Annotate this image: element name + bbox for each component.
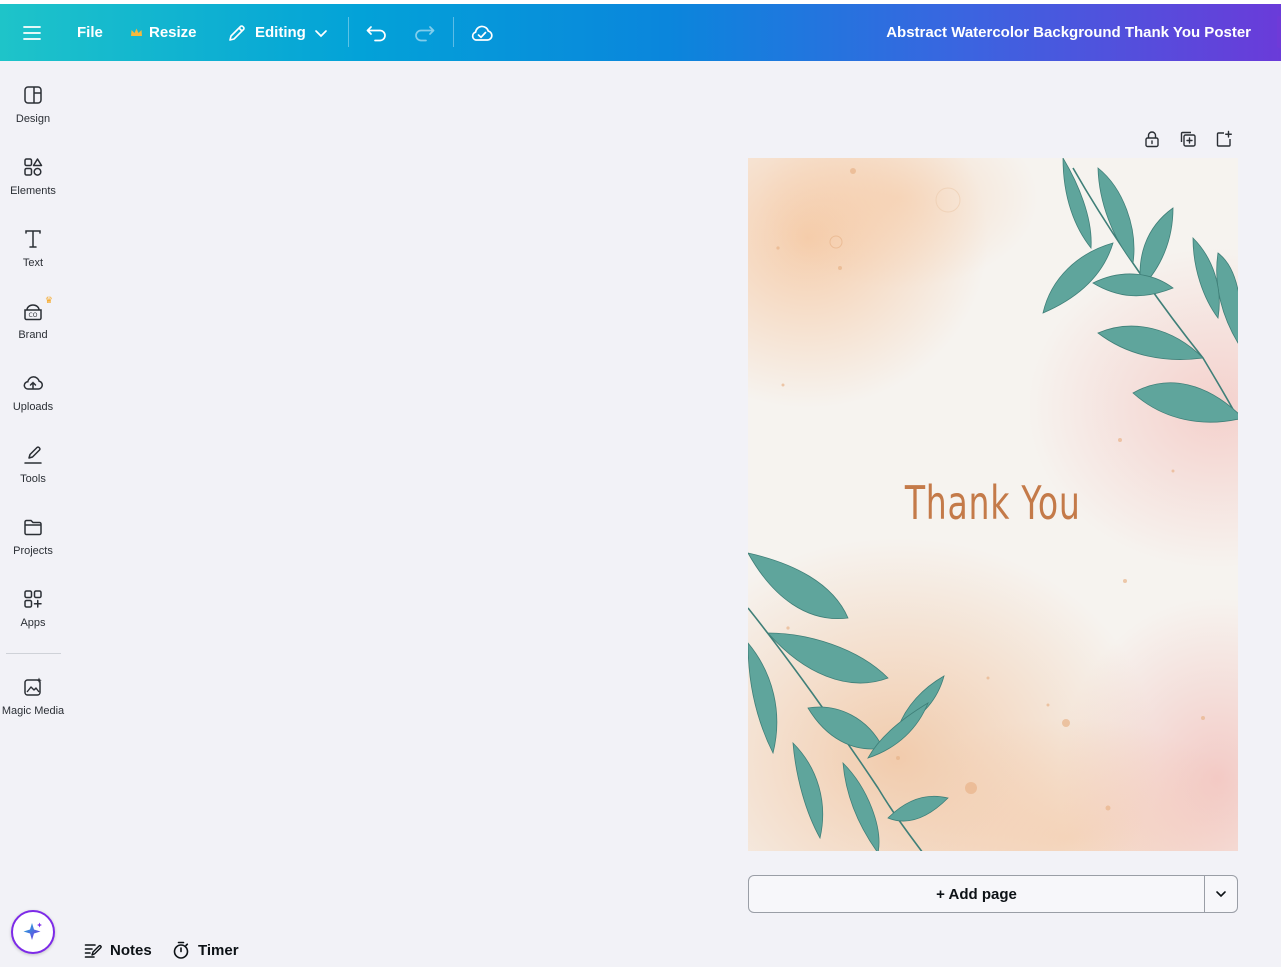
add-page-icon-button[interactable] — [1213, 128, 1235, 150]
tools-icon — [24, 446, 42, 464]
add-page-button[interactable]: + Add page — [749, 876, 1204, 912]
folder-icon — [24, 519, 42, 536]
sidebar-item-label: Design — [15, 113, 51, 125]
apps-icon — [24, 590, 42, 608]
timer-icon — [173, 941, 189, 959]
timer-button[interactable]: Timer — [172, 938, 239, 962]
undo-icon — [366, 25, 386, 41]
premium-crown-icon: ♛ — [44, 295, 53, 305]
sidebar-item-label: Elements — [10, 185, 56, 197]
add-page-icon — [1216, 130, 1232, 147]
magic-assistant-button[interactable] — [11, 910, 55, 954]
resize-button[interactable]: Resize — [130, 4, 197, 61]
sidebar-item-brand[interactable]: CO ♛ Brand — [0, 295, 66, 360]
leaf-branch-bottom-left — [748, 552, 949, 851]
elements-icon — [24, 158, 43, 176]
topbar-edge — [1277, 16, 1281, 48]
document-title[interactable]: Abstract Watercolor Background Thank You… — [886, 4, 1251, 61]
page-toolbar — [1141, 128, 1235, 150]
poster-thank-you-text[interactable]: Thank You — [816, 476, 1169, 530]
design-page-poster[interactable]: Thank You — [748, 158, 1238, 851]
notes-icon — [84, 944, 102, 958]
add-page-dropdown-button[interactable] — [1204, 876, 1237, 912]
sidebar-item-label: Brand — [18, 329, 48, 341]
sidebar-divider — [6, 653, 61, 654]
chevron-down-icon — [1216, 891, 1226, 898]
editing-label: Editing — [255, 24, 306, 41]
cloud-check-icon — [471, 25, 493, 41]
add-page-bar: + Add page — [748, 875, 1238, 913]
menu-button[interactable] — [22, 4, 42, 61]
text-icon — [25, 230, 41, 248]
redo-icon — [415, 25, 435, 41]
sidebar-item-apps[interactable]: Apps — [0, 588, 66, 648]
svg-text:CO: CO — [29, 312, 38, 319]
pencil-icon — [229, 24, 245, 41]
hamburger-icon — [23, 25, 41, 40]
sidebar-item-label: Tools — [20, 473, 46, 485]
left-sidebar: Design Elements Text CO ♛ Brand Uploads … — [0, 61, 66, 967]
lock-icon — [1145, 131, 1159, 148]
leaf-branch-top-right — [1042, 158, 1238, 423]
sidebar-item-text[interactable]: Text — [0, 228, 66, 288]
lock-page-button[interactable] — [1141, 128, 1163, 150]
toolbar-divider — [348, 17, 349, 47]
notes-label: Notes — [110, 941, 152, 959]
duplicate-icon — [1180, 131, 1196, 147]
sidebar-item-elements[interactable]: Elements — [0, 156, 66, 216]
timer-label: Timer — [198, 941, 239, 959]
sidebar-item-tools[interactable]: Tools — [0, 444, 66, 504]
redo-button[interactable] — [413, 4, 435, 61]
sidebar-item-design[interactable]: Design — [0, 84, 66, 144]
undo-button[interactable] — [366, 4, 388, 61]
sidebar-item-projects[interactable]: Projects — [0, 516, 66, 576]
sidebar-item-label: Projects — [13, 545, 53, 557]
editing-mode-dropdown[interactable]: Editing — [227, 4, 328, 61]
uploads-icon — [23, 376, 43, 390]
sparkle-icon — [23, 922, 42, 940]
crown-icon — [131, 28, 142, 36]
sidebar-item-label: Text — [22, 257, 44, 269]
toolbar-divider — [453, 17, 454, 47]
sidebar-item-label: Magic Media — [1, 705, 65, 717]
file-menu-button[interactable]: File — [77, 4, 103, 61]
notes-button[interactable]: Notes — [84, 938, 152, 962]
top-bar: File Resize Editing Abstract Watercolor … — [0, 4, 1281, 61]
brand-icon-wrap: CO ♛ — [22, 295, 53, 322]
chevron-down-icon — [314, 29, 327, 37]
save-status-button[interactable] — [470, 4, 494, 61]
design-icon — [24, 86, 42, 104]
sidebar-item-label: Apps — [20, 617, 46, 629]
duplicate-page-button[interactable] — [1177, 128, 1199, 150]
file-label: File — [77, 24, 103, 41]
brand-icon: CO — [24, 304, 42, 321]
sidebar-item-uploads[interactable]: Uploads — [0, 372, 66, 432]
sidebar-item-label: Uploads — [12, 401, 54, 413]
magic-media-icon — [24, 677, 42, 696]
resize-label: Resize — [149, 24, 197, 41]
sidebar-item-magic-media[interactable]: Magic Media — [0, 676, 66, 736]
